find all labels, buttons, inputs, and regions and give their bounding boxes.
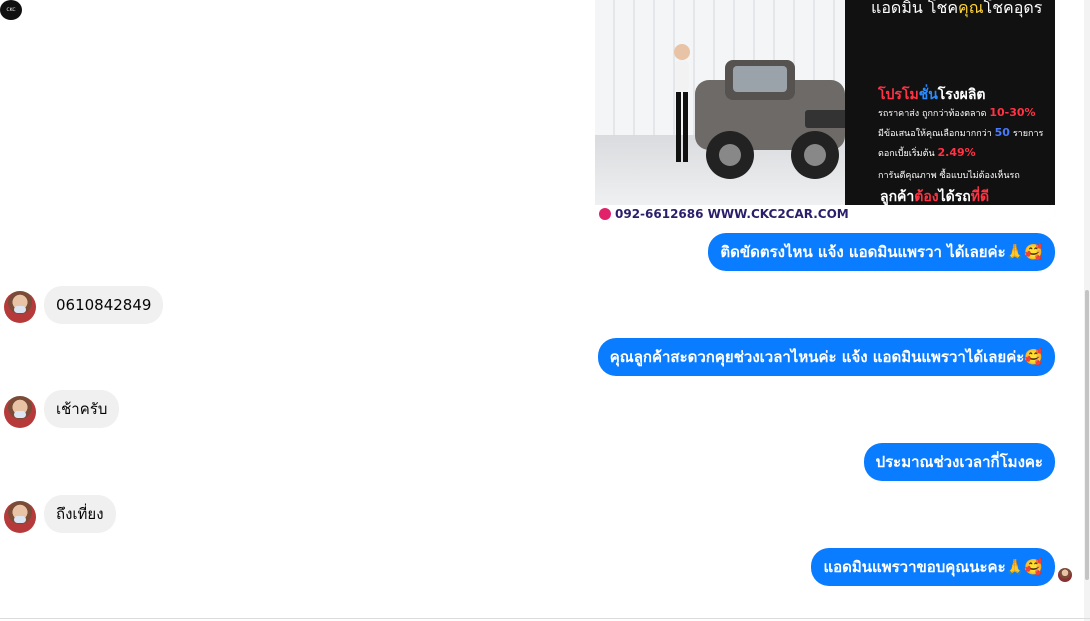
ad-tagline-a: ลูกค้า	[880, 189, 915, 205]
ad-line1-text: รถราคาส่ง ถูกกว่าท้องตลาด	[878, 109, 987, 119]
page-avatar-label: CKC	[6, 6, 16, 13]
ad-line2-value: 50	[994, 126, 1010, 139]
message-bubble-outgoing[interactable]: แอดมินแพรวาขอบคุณนะคะ🙏🥰	[811, 548, 1055, 586]
ad-line3-text: ดอกเบี้ยเริ่มต้น	[878, 149, 935, 159]
ad-tagline-d: ที่ดี	[970, 189, 990, 205]
pickup-truck-illustration	[674, 44, 850, 179]
message-bubble-incoming[interactable]: เช้าครับ	[44, 390, 120, 428]
phone-icon	[599, 208, 611, 220]
face-mask-graphic	[14, 306, 26, 313]
composer-divider	[0, 618, 1090, 619]
page-avatar[interactable]: CKC	[0, 0, 22, 20]
scrollbar-track[interactable]	[1084, 0, 1090, 621]
ad-promo-title: โปรโมชั่นโรงผลิต	[878, 84, 986, 106]
ad-line-1: รถราคาส่ง ถูกกว่าท้องตลาด 10-30%	[878, 106, 1036, 120]
message-bubble-outgoing[interactable]: ติดขัดตรงไหน แจ้ง แอดมินแพรวา ได้เลยค่ะ🙏…	[708, 233, 1055, 271]
ad-tagline-c: ได้รถ	[938, 189, 971, 205]
ad-line1-value: 10-30%	[989, 106, 1036, 119]
ad-headline: แอดมิน โชคคุณโชคอุดร	[871, 0, 1042, 21]
ad-tagline-b: ต้อง	[914, 189, 939, 205]
message-bubble-incoming[interactable]: 0610842849	[44, 286, 164, 324]
contact-avatar[interactable]	[4, 396, 36, 428]
scrollbar-thumb[interactable]	[1085, 290, 1089, 580]
ad-headline-c: โชคอุดร	[983, 0, 1043, 17]
ad-line2-suffix: รายการ	[1012, 129, 1044, 139]
ad-contact-bar: 092-6612686 WWW.CKC2CAR.COM	[595, 205, 1055, 223]
ad-line-4: การันตีคุณภาพ ซื้อแบบไม่ต้องเห็นรถ	[878, 168, 1020, 182]
message-bubble-outgoing[interactable]: คุณลูกค้าสะดวกคุยช่วงเวลาไหนค่ะ แจ้ง แอด…	[597, 338, 1055, 376]
ad-line4-text: การันตีคุณภาพ ซื้อแบบไม่ต้องเห็นรถ	[878, 171, 1020, 181]
ad-line-3: ดอกเบี้ยเริ่มต้น 2.49%	[878, 146, 976, 160]
ad-line3-value: 2.49%	[937, 146, 976, 159]
ad-promo-title-a: โปรโม	[878, 87, 919, 103]
ad-headline-b: คุณ	[958, 0, 984, 17]
ad-promo-title-b: ชั่น	[918, 87, 938, 103]
message-bubble-incoming[interactable]: ถึงเที่ยง	[44, 495, 116, 533]
face-mask-graphic	[14, 516, 26, 523]
contact-avatar[interactable]	[4, 291, 36, 323]
face-mask-graphic	[14, 411, 26, 418]
ad-headline-a: แอดมิน โชค	[871, 0, 959, 17]
ad-line-2: มีข้อเสนอให้คุณเลือกมากกว่า 50 รายการ	[878, 126, 1043, 140]
ad-contact: 092-6612686 WWW.CKC2CAR.COM	[615, 207, 849, 221]
ad-promo-title-c: โรงผลิต	[937, 87, 986, 103]
ad-image-attachment[interactable]: แอดมิน โชคคุณโชคอุดร โปรโมชั่นโรงผลิต รถ…	[595, 0, 1055, 223]
read-receipt-avatar	[1058, 568, 1072, 582]
contact-avatar[interactable]	[4, 501, 36, 533]
ad-line2-text: มีข้อเสนอให้คุณเลือกมากกว่า	[878, 129, 992, 139]
message-bubble-outgoing[interactable]: ประมาณช่วงเวลากี่โมงคะ	[863, 443, 1055, 481]
chat-viewport: CKC แอดมิน โชคคุณโชคอุดร โปรโมชั่นโรงผลิ…	[0, 0, 1090, 621]
